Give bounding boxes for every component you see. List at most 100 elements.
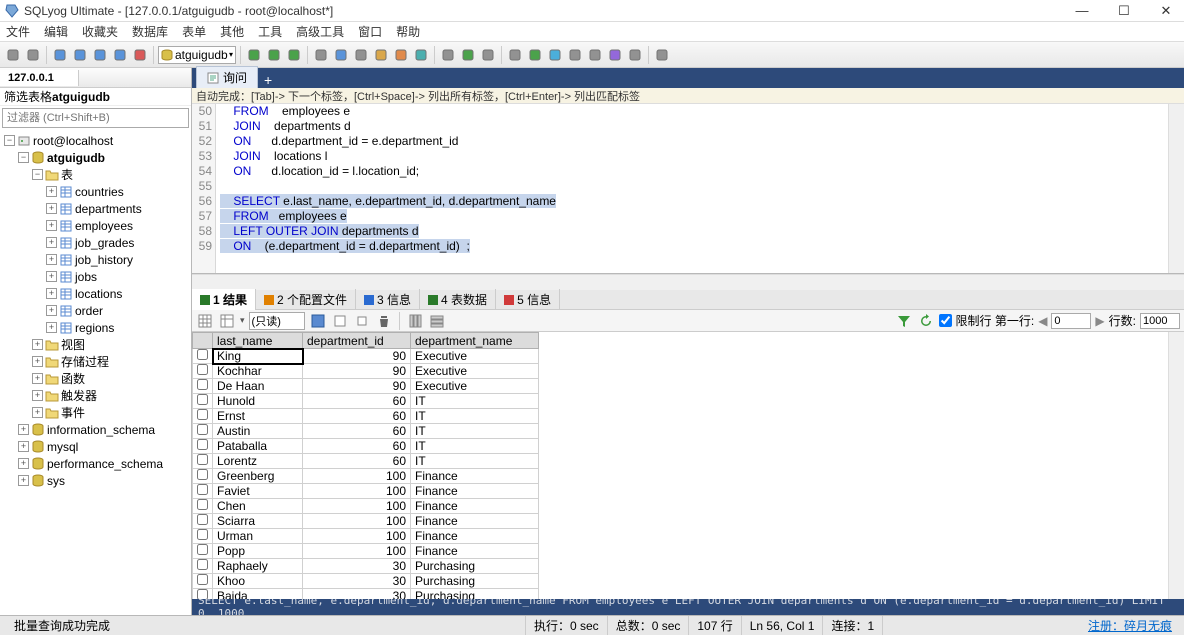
- run-icon[interactable]: [265, 46, 283, 64]
- table-row[interactable]: Raphaely30Purchasing: [193, 559, 539, 574]
- cell[interactable]: 60: [303, 439, 411, 454]
- cell[interactable]: IT: [411, 409, 539, 424]
- cell[interactable]: Raphaely: [213, 559, 303, 574]
- run-all-icon[interactable]: [285, 46, 303, 64]
- tree-node-jobs[interactable]: +jobs: [0, 268, 191, 285]
- table-row[interactable]: Lorentz60IT: [193, 454, 539, 469]
- menu-高级工具[interactable]: 高级工具: [296, 23, 344, 40]
- expand-icon[interactable]: +: [46, 254, 57, 265]
- col-header[interactable]: last_name: [213, 333, 303, 349]
- tree-node-countries[interactable]: +countries: [0, 183, 191, 200]
- delete-icon[interactable]: [375, 312, 393, 330]
- cell[interactable]: 30: [303, 574, 411, 589]
- globe-users-icon[interactable]: [111, 46, 129, 64]
- menu-帮助[interactable]: 帮助: [396, 23, 420, 40]
- table-teal-icon[interactable]: [412, 46, 430, 64]
- cell[interactable]: Finance: [411, 484, 539, 499]
- tree-node-sys[interactable]: +sys: [0, 472, 191, 489]
- menu-窗口[interactable]: 窗口: [358, 23, 382, 40]
- open-icon[interactable]: [24, 46, 42, 64]
- tree-node-departments[interactable]: +departments: [0, 200, 191, 217]
- globe-refresh-icon[interactable]: [91, 46, 109, 64]
- row-checkbox[interactable]: [197, 349, 208, 360]
- code-area[interactable]: FROM employees e JOIN departments d ON d…: [216, 104, 1168, 273]
- table-row[interactable]: Pataballa60IT: [193, 439, 539, 454]
- cell[interactable]: Executive: [411, 349, 539, 364]
- first-prev-icon[interactable]: ◀: [1038, 314, 1047, 328]
- cell[interactable]: Kochhar: [213, 364, 303, 379]
- row-icon[interactable]: [428, 312, 446, 330]
- table-yellow-icon[interactable]: [372, 46, 390, 64]
- cell[interactable]: Urman: [213, 529, 303, 544]
- expand-icon[interactable]: +: [46, 305, 57, 316]
- cell[interactable]: 60: [303, 424, 411, 439]
- tree-node-mysql[interactable]: +mysql: [0, 438, 191, 455]
- connection-tab[interactable]: 127.0.0.1: [0, 70, 79, 86]
- expand-icon[interactable]: +: [46, 288, 57, 299]
- db-copy-icon[interactable]: [586, 46, 604, 64]
- result-tab-3 信息[interactable]: 3 信息: [356, 289, 420, 310]
- expand-icon[interactable]: −: [4, 135, 15, 146]
- cell[interactable]: Executive: [411, 379, 539, 394]
- table-row[interactable]: Khoo30Purchasing: [193, 574, 539, 589]
- table-row[interactable]: Sciarra100Finance: [193, 514, 539, 529]
- tree-node-job_history[interactable]: +job_history: [0, 251, 191, 268]
- refresh-icon[interactable]: [245, 46, 263, 64]
- row-checkbox[interactable]: [197, 364, 208, 375]
- table-row[interactable]: Chen100Finance: [193, 499, 539, 514]
- first-next-icon[interactable]: ▶: [1095, 314, 1104, 328]
- filter-input[interactable]: [2, 108, 189, 128]
- table-row[interactable]: Greenberg100Finance: [193, 469, 539, 484]
- table-row[interactable]: De Haan90Executive: [193, 379, 539, 394]
- refresh-result-icon[interactable]: [917, 312, 935, 330]
- cell[interactable]: Hunold: [213, 394, 303, 409]
- cell[interactable]: Finance: [411, 514, 539, 529]
- table-row[interactable]: Austin60IT: [193, 424, 539, 439]
- expand-icon[interactable]: +: [46, 271, 57, 282]
- cell[interactable]: Finance: [411, 529, 539, 544]
- readonly-combo[interactable]: [249, 312, 305, 330]
- tree-node-employees[interactable]: +employees: [0, 217, 191, 234]
- row-checkbox[interactable]: [197, 409, 208, 420]
- row-checkbox[interactable]: [197, 439, 208, 450]
- maximize-button[interactable]: ☐: [1110, 3, 1138, 19]
- expand-icon[interactable]: −: [18, 152, 29, 163]
- expand-icon[interactable]: +: [46, 237, 57, 248]
- table-row[interactable]: King90Executive: [193, 349, 539, 364]
- expand-icon[interactable]: +: [32, 356, 43, 367]
- cell[interactable]: 100: [303, 484, 411, 499]
- expand-icon[interactable]: −: [32, 169, 43, 180]
- database-combo[interactable]: atguigudb▾: [158, 46, 236, 64]
- tree-node-locations[interactable]: +locations: [0, 285, 191, 302]
- tree-node-函数[interactable]: +函数: [0, 370, 191, 387]
- tree-node-事件[interactable]: +事件: [0, 404, 191, 421]
- cell[interactable]: IT: [411, 454, 539, 469]
- menu-收藏夹[interactable]: 收藏夹: [82, 23, 118, 40]
- form-view-icon[interactable]: [218, 312, 236, 330]
- row-checkbox[interactable]: [197, 529, 208, 540]
- cell[interactable]: Pataballa: [213, 439, 303, 454]
- tree-node-触发器[interactable]: +触发器: [0, 387, 191, 404]
- editor-scrollbar-v[interactable]: [1168, 104, 1184, 273]
- cell[interactable]: 100: [303, 529, 411, 544]
- globe-red-icon[interactable]: [131, 46, 149, 64]
- row-checkbox[interactable]: [197, 514, 208, 525]
- nav-dropdown-icon[interactable]: ▾: [240, 315, 245, 326]
- menu-数据库[interactable]: 数据库: [132, 23, 168, 40]
- db-compare-icon[interactable]: [566, 46, 584, 64]
- new-icon[interactable]: [4, 46, 22, 64]
- table-add-icon[interactable]: [352, 46, 370, 64]
- expand-icon[interactable]: +: [32, 407, 43, 418]
- rows-input[interactable]: [1140, 313, 1180, 329]
- row-checkbox[interactable]: [197, 544, 208, 555]
- close-button[interactable]: ✕: [1152, 3, 1180, 19]
- expand-icon[interactable]: +: [32, 390, 43, 401]
- cell[interactable]: King: [213, 349, 303, 364]
- schema-tree[interactable]: −root@localhost−atguigudb−表+countries+de…: [0, 130, 191, 615]
- table-row[interactable]: Ernst60IT: [193, 409, 539, 424]
- table-blue-icon[interactable]: [332, 46, 350, 64]
- report-icon[interactable]: [653, 46, 671, 64]
- cell[interactable]: Purchasing: [411, 574, 539, 589]
- export-green-icon[interactable]: [459, 46, 477, 64]
- expand-icon[interactable]: +: [32, 373, 43, 384]
